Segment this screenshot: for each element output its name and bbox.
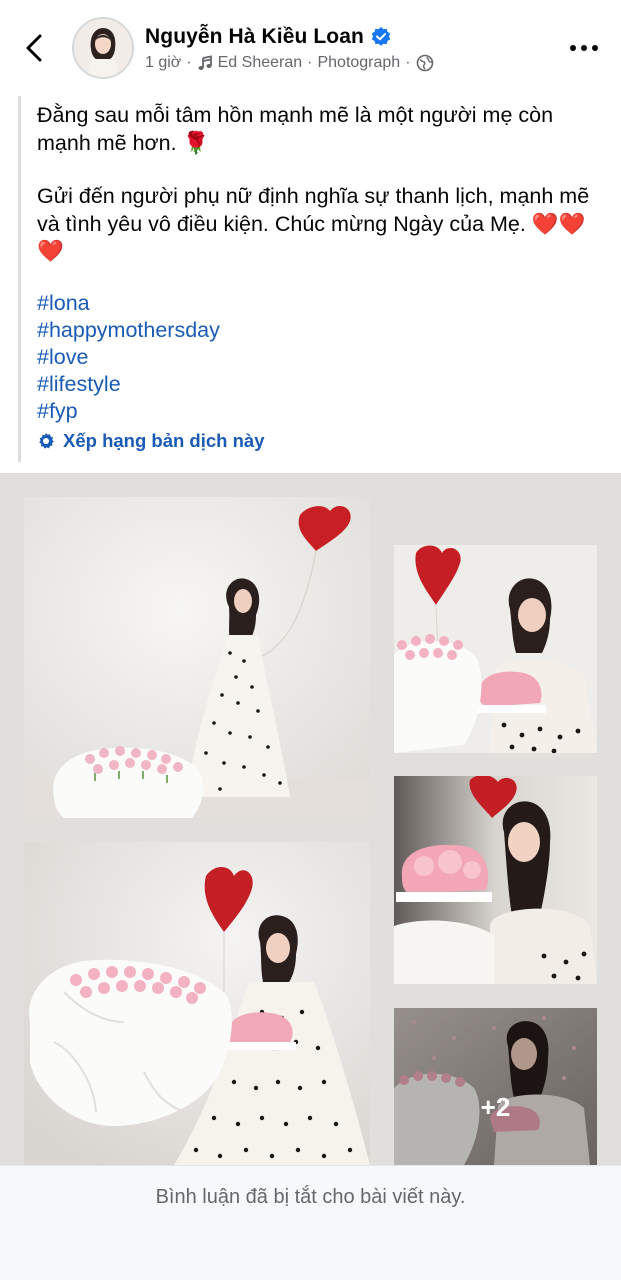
caption-line: Gửi đến người phụ nữ định nghĩa sự thanh… (37, 184, 590, 263)
hashtag-link[interactable]: #happymothersday (37, 317, 220, 344)
post-caption: Đằng sau mỗi tâm hồn mạnh mẽ là một ngườ… (18, 96, 621, 462)
post-time[interactable]: 1 giờ (145, 54, 181, 72)
rate-translation-link[interactable]: Xếp hạng bản dịch này (37, 430, 264, 452)
post-photo[interactable] (24, 497, 370, 818)
comments-footer: Bình luận đã bị tắt cho bài viết này. (0, 1165, 621, 1280)
meta-separator: · (405, 54, 411, 71)
meta-separator: · (186, 54, 192, 71)
music-title[interactable]: Photograph (317, 54, 400, 72)
hashtag-link[interactable]: #lifestyle (37, 371, 220, 398)
post-photo[interactable] (394, 545, 597, 753)
gear-icon (39, 433, 54, 449)
post-photo[interactable] (24, 842, 370, 1165)
post-photo[interactable] (394, 776, 597, 984)
caption-text: Đằng sau mỗi tâm hồn mạnh mẽ là một ngườ… (37, 102, 607, 266)
hashtag-link[interactable]: #lona (37, 290, 220, 317)
rate-translation-label: Xếp hạng bản dịch này (63, 430, 265, 451)
back-button[interactable] (18, 28, 54, 68)
post-photo-more[interactable]: +2 (394, 1008, 597, 1165)
chevron-left-icon (26, 34, 42, 62)
author-name[interactable]: Nguyễn Hà Kiều Loan (145, 25, 364, 49)
avatar[interactable] (72, 17, 134, 79)
hashtag-list: #lona #happymothersday #love #lifestyle … (37, 290, 220, 425)
more-photos-count: +2 (480, 1092, 511, 1122)
verified-badge-icon (371, 27, 391, 46)
post-meta: 1 giờ · Ed Sheeran · Photograph · (145, 52, 434, 74)
music-artist[interactable]: Ed Sheeran (218, 54, 303, 72)
more-photos-overlay (394, 1008, 597, 1165)
hashtag-link[interactable]: #fyp (37, 398, 220, 425)
more-dots-icon (570, 45, 598, 51)
author-row: Nguyễn Hà Kiều Loan (145, 22, 392, 52)
globe-icon (416, 54, 433, 72)
music-note-icon (198, 55, 212, 70)
comments-disabled-notice: Bình luận đã bị tắt cho bài viết này. (155, 1186, 466, 1208)
more-options-button[interactable] (566, 38, 602, 58)
photo-grid: +2 (0, 473, 621, 1165)
post-header: Nguyễn Hà Kiều Loan 1 giờ · Ed Sheeran ·… (0, 0, 621, 96)
caption-line: Đằng sau mỗi tâm hồn mạnh mẽ là một ngườ… (37, 103, 554, 155)
hashtag-link[interactable]: #love (37, 344, 220, 371)
meta-separator: · (307, 54, 313, 71)
